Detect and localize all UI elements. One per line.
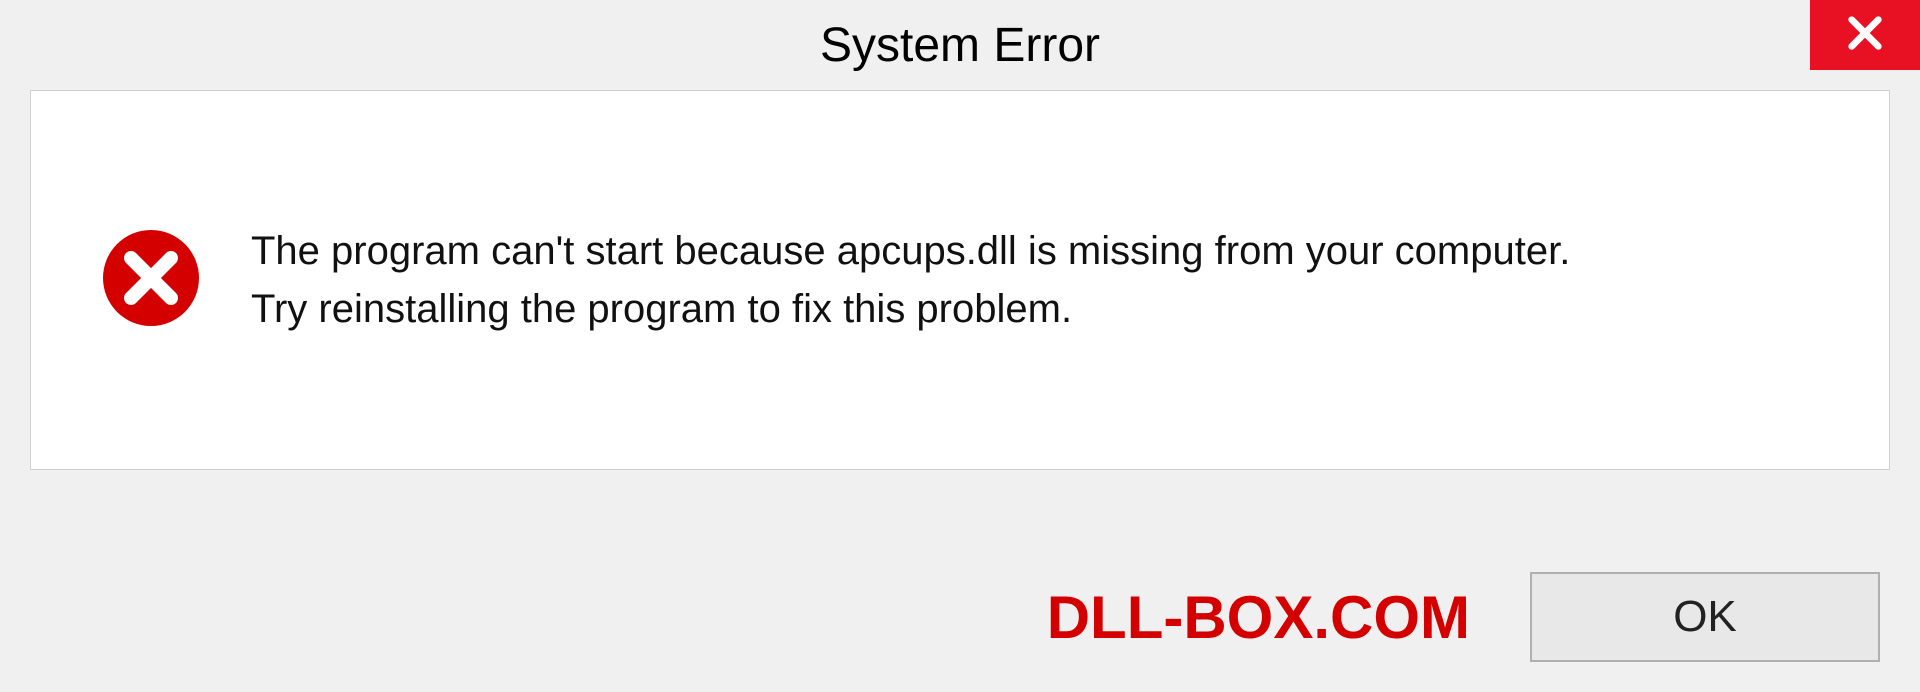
error-message-line2: Try reinstalling the program to fix this… xyxy=(251,280,1570,338)
dialog-window: System Error The program can't start bec… xyxy=(0,0,1920,692)
error-message: The program can't start because apcups.d… xyxy=(251,222,1570,338)
error-icon xyxy=(101,228,201,333)
titlebar: System Error xyxy=(0,0,1920,90)
message-panel: The program can't start because apcups.d… xyxy=(30,90,1890,470)
error-message-line1: The program can't start because apcups.d… xyxy=(251,222,1570,280)
close-button[interactable] xyxy=(1810,0,1920,70)
ok-button[interactable]: OK xyxy=(1530,572,1880,662)
close-icon xyxy=(1845,13,1885,58)
footer: DLL-BOX.COM OK xyxy=(0,572,1920,662)
window-title: System Error xyxy=(820,18,1100,73)
brand-watermark: DLL-BOX.COM xyxy=(1047,583,1470,652)
